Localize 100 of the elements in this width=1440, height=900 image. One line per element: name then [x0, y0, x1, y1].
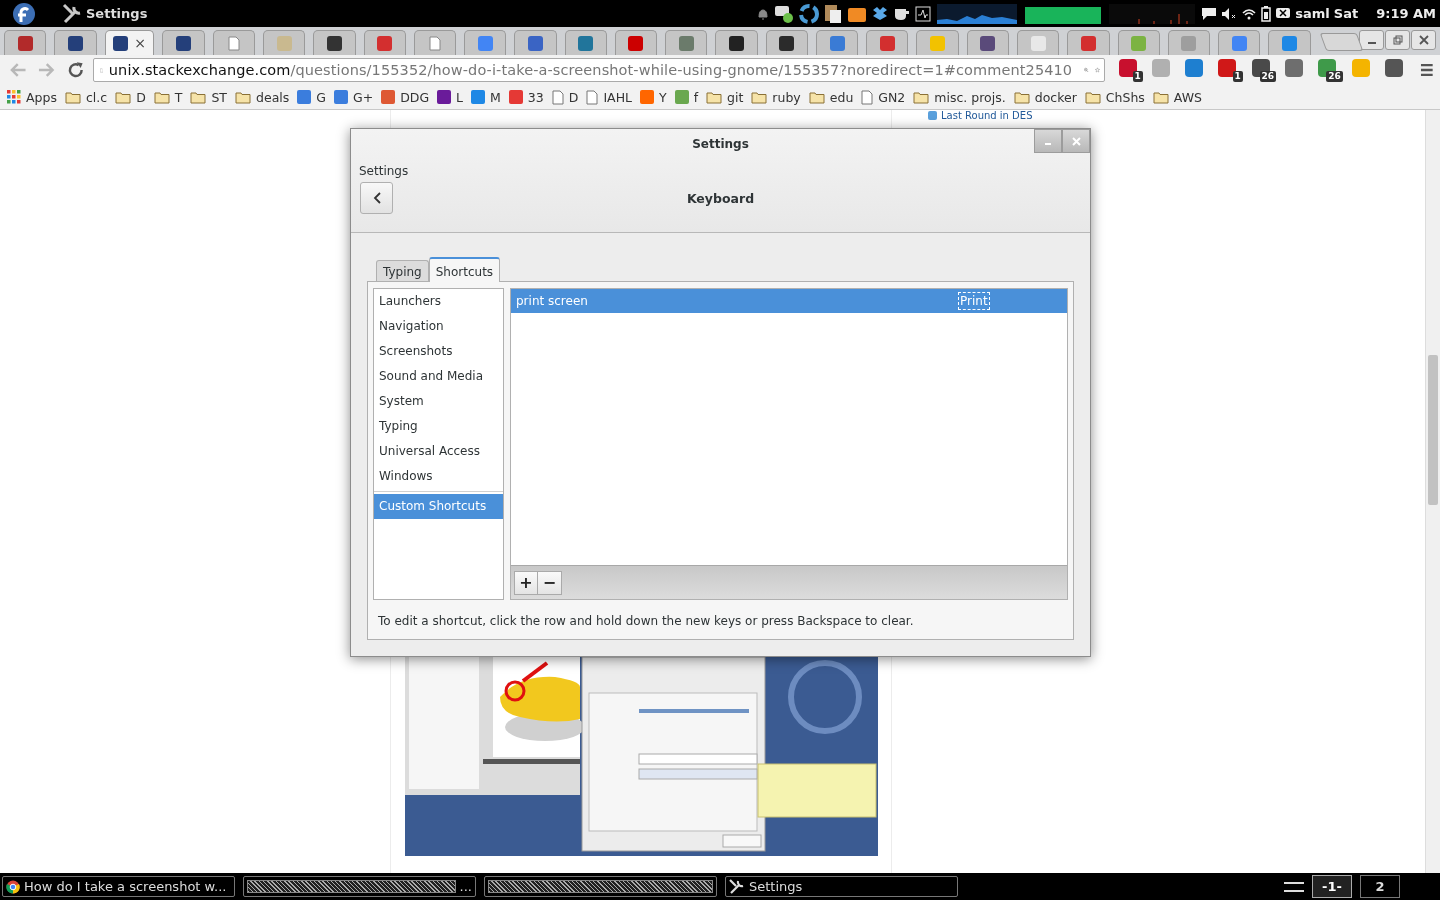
panel-title: Keyboard — [686, 190, 755, 206]
folder-icon — [913, 90, 930, 104]
category-item[interactable]: Navigation — [374, 314, 503, 339]
folder-icon — [153, 90, 170, 104]
bookmark[interactable]: Apps — [7, 89, 57, 105]
bookmark[interactable]: M — [471, 89, 501, 105]
remove-button[interactable]: − — [538, 570, 562, 595]
bookmark[interactable]: git — [706, 89, 744, 105]
volume-icon[interactable] — [1221, 6, 1238, 21]
bell-icon[interactable] — [757, 6, 770, 21]
count-badge: 26 — [1259, 71, 1277, 82]
bookmark[interactable]: G — [297, 89, 326, 105]
logo-icon[interactable] — [10, 1, 38, 26]
user-name[interactable]: saml — [1295, 6, 1330, 21]
menu-icon[interactable] — [1420, 63, 1434, 77]
folder-icon — [1013, 90, 1030, 104]
scrollbar[interactable] — [1425, 110, 1440, 873]
close-tab-button[interactable]: × — [134, 35, 146, 51]
clock-day[interactable]: Sat — [1333, 6, 1359, 21]
shortcut-name: print screen — [516, 294, 589, 308]
taskbar-item[interactable]: Settings — [725, 876, 958, 897]
folder-icon — [64, 90, 81, 104]
monitor-icon[interactable] — [915, 5, 932, 22]
close-button[interactable] — [1062, 129, 1090, 153]
bookmark[interactable]: T — [153, 89, 183, 105]
message-icon[interactable] — [1275, 6, 1292, 21]
bookmark[interactable]: GN2 — [861, 89, 906, 105]
category-item[interactable]: Typing — [374, 414, 503, 439]
bookmark[interactable]: misc. projs. — [913, 89, 1006, 105]
bookmark[interactable]: deals — [235, 89, 290, 105]
browser-tab[interactable] — [54, 30, 97, 55]
browser-tab[interactable]: × — [104, 30, 155, 55]
app-name[interactable]: Settings — [86, 6, 148, 21]
folder-icon — [808, 90, 825, 104]
folder-icon — [235, 90, 251, 104]
workspace-button[interactable]: -1- — [1312, 875, 1352, 898]
workspace-button[interactable]: 2 — [1360, 875, 1400, 898]
tab[interactable]: Shortcuts — [428, 257, 501, 282]
add-button[interactable]: + — [514, 570, 538, 595]
bookmark[interactable]: ruby — [751, 89, 801, 105]
wrench-icon — [729, 878, 745, 895]
browser-tab[interactable] — [4, 30, 47, 55]
taskbar-item[interactable]: ... — [243, 876, 476, 897]
bookmark[interactable]: ChShs — [1084, 89, 1145, 105]
reload-icon[interactable] — [66, 61, 85, 79]
count-badge: 26 — [1326, 71, 1343, 82]
link[interactable]: Last Round in DES — [941, 110, 1033, 121]
bookmark[interactable]: IAHL — [586, 89, 632, 105]
swirl-icon[interactable] — [799, 3, 820, 24]
category-item[interactable]: Screenshots — [374, 339, 503, 364]
page-icon — [586, 89, 599, 105]
clock-time[interactable]: 9:19 AM — [1376, 6, 1436, 21]
folder-icon — [751, 90, 768, 104]
browser-tab[interactable] — [313, 30, 356, 55]
bookmark[interactable]: f — [674, 89, 699, 105]
back-icon — [372, 192, 381, 204]
bookmark[interactable]: AWS — [1152, 89, 1202, 105]
category-item[interactable]: Universal Access — [374, 439, 503, 464]
count-badge: 1 — [1132, 71, 1143, 82]
battery-icon[interactable] — [1261, 5, 1272, 22]
taskbar-item[interactable]: How do I take a screenshot w... — [2, 876, 235, 897]
bookmark[interactable]: G+ — [333, 89, 374, 105]
browser-tab[interactable] — [765, 30, 808, 55]
folder-icon — [1084, 90, 1101, 104]
count-badge: 1 — [1232, 71, 1243, 82]
page-icon — [551, 89, 564, 105]
page-icon — [428, 35, 441, 51]
close-icon — [1071, 136, 1081, 146]
address-bar[interactable]: unix.stackexchange.com/questions/155352/how-do-i-take-a-screenshot-while-using-gnome/155357?noredirect=1#comment25410 — [92, 58, 1105, 82]
bookmark[interactable]: L — [437, 89, 464, 105]
restore-icon — [1392, 35, 1403, 45]
bookmark[interactable]: D — [115, 89, 146, 105]
back-button[interactable] — [360, 182, 393, 214]
category-item[interactable]: System — [374, 389, 503, 414]
window-list-icon[interactable] — [1284, 880, 1304, 893]
bookmark[interactable]: cl.c — [64, 89, 108, 105]
bookmark[interactable]: Y — [640, 89, 667, 105]
category-item[interactable]: Windows — [374, 464, 503, 489]
clipboard-icon[interactable] — [823, 2, 844, 25]
restore-button[interactable] — [1385, 30, 1411, 50]
bookmark[interactable]: ST — [190, 89, 227, 105]
wifi-icon[interactable] — [1241, 6, 1258, 21]
folder-icon — [115, 90, 132, 104]
bookmark[interactable]: docker — [1013, 89, 1077, 105]
bookmark[interactable]: D — [551, 89, 579, 105]
minimize-button[interactable] — [1359, 30, 1385, 50]
close-icon — [1418, 35, 1429, 45]
browser-tab[interactable] — [966, 30, 1009, 55]
minimize-icon — [1366, 42, 1377, 44]
tab[interactable]: Typing — [376, 260, 429, 282]
category-item[interactable]: Sound and Media — [374, 364, 503, 389]
browser-tab[interactable] — [715, 30, 758, 55]
url-text: unix.stackexchange.com/questions/155352/how-do-i-take-a-screenshot-while-using-gnome/155357?noredirect=1#comment25410 — [108, 62, 1073, 78]
category-item[interactable]: Launchers — [374, 289, 503, 314]
bookmark[interactable]: DDG — [381, 89, 430, 105]
folder-icon — [190, 90, 207, 104]
close-button[interactable] — [1411, 30, 1437, 50]
browser-tab[interactable] — [162, 30, 205, 55]
bookmark[interactable]: 33 — [508, 89, 544, 105]
bookmark[interactable]: edu — [808, 89, 854, 105]
